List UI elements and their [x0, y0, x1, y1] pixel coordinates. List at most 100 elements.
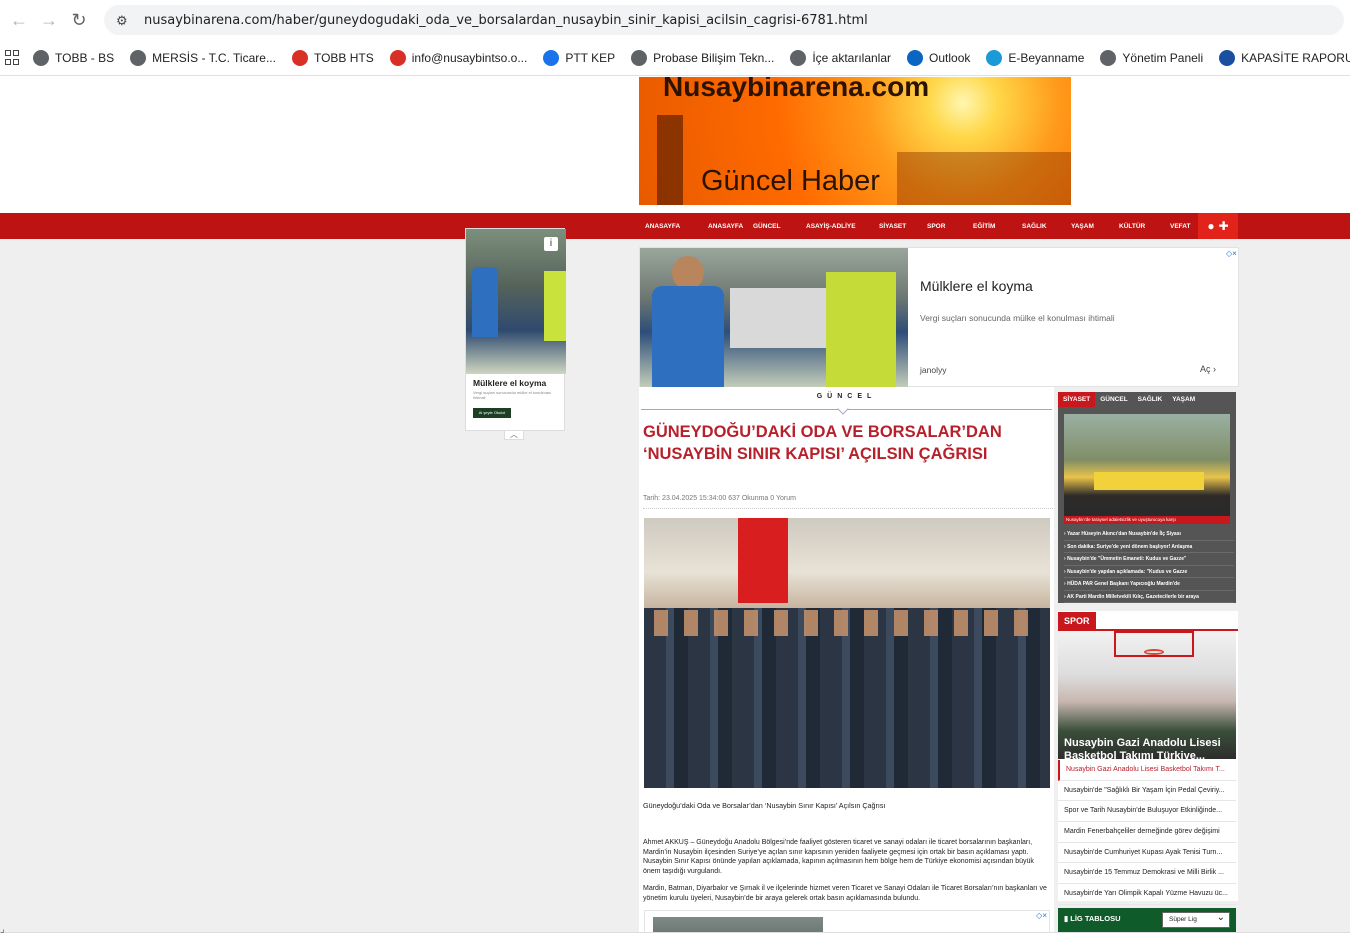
left-ad[interactable]: i Mülklere el koyma Vergi suçları sonucu… [465, 228, 566, 431]
left-ad-title[interactable]: Mülklere el koyma [473, 378, 564, 388]
article-paragraph-2: Mardin, Batman, Diyarbakır ve Şırnak il … [643, 885, 1047, 902]
building-silhouette [897, 152, 1071, 205]
menu-item-10[interactable]: VEFAT [1164, 223, 1190, 230]
apps-icon[interactable] [5, 49, 19, 66]
bookmark-4[interactable]: PTT KEP [543, 49, 615, 66]
bookmark-label[interactable]: PTT KEP [565, 51, 615, 65]
spor-featured-title[interactable]: Nusaybin Gazi Anadolu Lisesi Basketbol T… [1064, 737, 1224, 759]
list-item[interactable]: AK Parti Mardin Milletvekili Kılıç, Gaze… [1064, 591, 1234, 603]
menu-item-7[interactable]: SAĞLIK [1016, 223, 1065, 230]
list-item[interactable]: Spor ve Tarih Nusaybin'de Buluşuyor Etki… [1058, 801, 1236, 823]
article-meta: Tarih: 23.04.2025 15:34:00 637 Okunma 0 … [643, 495, 1053, 509]
tab-news-list: Yazar Hüseyin Akıncı'dan Nusaybin'de İlç… [1064, 528, 1234, 603]
minaret-silhouette [657, 115, 683, 205]
bookmark-label[interactable]: TOBB - BS [55, 51, 114, 65]
tab-featured-caption[interactable]: Nusaybin'de taraysel adaletsizlik ve uyu… [1064, 516, 1230, 524]
top-ad-title[interactable]: Mülklere el koyma [920, 278, 1033, 294]
url-text[interactable]: nusaybinarena.com/haber/guneydogudaki_od… [144, 13, 868, 28]
bookmark-10[interactable]: KAPASİTE RAPORU... [1219, 49, 1350, 66]
site-banner[interactable]: Nusaybinarena.com Güncel Haber [639, 77, 1071, 205]
league-table-title: ▮ LİG TABLOSU [1064, 914, 1121, 923]
add-user-icon[interactable]: ✚ [1219, 219, 1229, 233]
user-icon[interactable]: ● [1207, 219, 1214, 233]
bookmark-6[interactable]: İçe aktarılanlar [790, 49, 891, 66]
ad-image[interactable]: i [466, 229, 566, 374]
list-item[interactable]: Nusaybin'de Yarı Olimpik Kapalı Yüzme Ha… [1058, 884, 1236, 905]
bookmark-label[interactable]: KAPASİTE RAPORU... [1241, 51, 1350, 65]
collapse-icon[interactable]: ︿ [504, 430, 524, 440]
top-ad-image[interactable] [640, 248, 908, 388]
bookmark-0[interactable]: TOBB - BS [33, 49, 114, 66]
bookmark-label[interactable]: İçe aktarılanlar [812, 51, 891, 65]
menu-item-8[interactable]: YAŞAM [1065, 223, 1113, 230]
site-info-icon[interactable]: ⚙ [116, 13, 132, 28]
menu-item-1[interactable]: ANASAYFA [702, 223, 747, 230]
menu-item-5[interactable]: SPOR [921, 223, 967, 230]
bookmark-label[interactable]: TOBB HTS [314, 51, 374, 65]
bookmark-5[interactable]: Probase Bilişim Tekn... [631, 49, 774, 66]
resize-icon[interactable]: ⌟ [0, 924, 14, 938]
bookmark-8[interactable]: E-Beyanname [986, 49, 1084, 66]
top-ad-open[interactable]: Aç › [1200, 364, 1216, 374]
spor-featured-image[interactable]: Nusaybin Gazi Anadolu Lisesi Basketbol T… [1058, 631, 1236, 759]
league-table-box: ▮ LİG TABLOSU Süper Lig [1058, 908, 1236, 932]
bookmark-2[interactable]: TOBB HTS [291, 49, 374, 66]
article-category[interactable]: GÜNCEL [639, 393, 1054, 400]
top-ad[interactable]: Mülklere el koyma Vergi suçları sonucund… [639, 247, 1239, 388]
list-item[interactable]: Mardin Fenerbahçeliler derneğinde görev … [1058, 822, 1236, 843]
bookmark-label[interactable]: Outlook [929, 51, 970, 65]
bookmark-label[interactable]: MERSİS - T.C. Ticare... [152, 51, 276, 65]
tab-0[interactable]: SİYASET [1058, 392, 1096, 407]
list-item[interactable]: Nusaybin'de Cumhuriyet Kupası Ayak Tenis… [1058, 843, 1236, 864]
tab-3[interactable]: YAŞAM [1167, 392, 1200, 407]
banner-subtitle: Güncel Haber [701, 165, 880, 197]
faces [654, 610, 1044, 636]
ad-person [472, 267, 498, 337]
folder-icon [790, 49, 807, 66]
ad-info-icon[interactable]: i [544, 237, 558, 251]
bookmark-label[interactable]: Yönetim Paneli [1122, 51, 1203, 65]
address-bar[interactable]: ⚙ nusaybinarena.com/haber/guneydogudaki_… [104, 5, 1344, 35]
tab-featured-image[interactable] [1064, 414, 1230, 516]
menu-item-3[interactable]: ASAYİŞ-ADLİYE [800, 223, 873, 230]
list-item[interactable]: HÜDA PAR Genel Başkanı Yapıcıoğlu Mardin… [1064, 578, 1234, 591]
list-item[interactable]: Yazar Hüseyin Akıncı'dan Nusaybin'de İlç… [1064, 528, 1234, 541]
top-ad-open-label[interactable]: Aç [1200, 364, 1211, 374]
ad-car-trunk [730, 288, 830, 348]
bookmark-label[interactable]: info@nusaybintso.o... [412, 51, 528, 65]
league-select[interactable]: Süper Lig [1162, 911, 1230, 928]
list-item[interactable]: Nusaybin'de "Sağlıklı Bir Yaşam İçin Ped… [1058, 781, 1236, 802]
bookmark-3[interactable]: info@nusaybintso.o... [389, 49, 528, 66]
list-item[interactable]: Nusaybin Gazi Anadolu Lisesi Basketbol T… [1058, 760, 1236, 781]
menu-item-4[interactable]: SİYASET [873, 223, 921, 230]
bookmark-label[interactable]: E-Beyanname [1008, 51, 1084, 65]
banner-title: Nusaybinarena.com [663, 77, 930, 102]
list-item[interactable]: Nusaybin'de 15 Temmuz Demokrasi ve Milli… [1058, 863, 1236, 885]
list-item[interactable]: Nusaybin'de "Ümmetin Emaneti: Kudus ve G… [1064, 553, 1234, 566]
bookmark-9[interactable]: Yönetim Paneli [1100, 49, 1203, 66]
article-photo [644, 518, 1050, 788]
globe-icon [130, 49, 147, 66]
back-icon[interactable]: ← [8, 9, 30, 31]
article: GÜNCEL GÜNEYDOĞU’DAKİ ODA VE BORSALAR’DA… [639, 387, 1054, 941]
tab-1[interactable]: GÜNCEL [1095, 392, 1132, 407]
bookmark-1[interactable]: MERSİS - T.C. Ticare... [130, 49, 276, 66]
menu-item-0[interactable]: ANASAYFA [639, 223, 702, 230]
list-item[interactable]: Son dakika: Suriye'de yeni dönem başlıyo… [1064, 541, 1234, 553]
adchoices-icon[interactable]: ◇× [1036, 911, 1047, 920]
forward-icon[interactable]: → [38, 9, 60, 31]
user-menu[interactable]: ● ✚ [1198, 213, 1238, 239]
menu-item-9[interactable]: KÜLTÜR [1113, 223, 1164, 230]
tab-2[interactable]: SAĞLIK [1133, 392, 1168, 407]
menu-item-2[interactable]: GÜNCEL [747, 223, 800, 230]
left-ad-button[interactable]: Al şeyle Okulol [473, 408, 511, 418]
adchoices-icon[interactable]: ◇× [1226, 249, 1237, 258]
bookmark-7[interactable]: Outlook [907, 49, 970, 66]
menu-item-6[interactable]: EĞİTİM [967, 223, 1016, 230]
bookmark-label[interactable]: Probase Bilişim Tekn... [653, 51, 774, 65]
list-item[interactable]: Nusaybin'de yapılan açıklamada: "Kudus v… [1064, 566, 1234, 578]
globe-icon [631, 49, 648, 66]
reload-icon[interactable]: ↻ [68, 9, 90, 31]
main-menu: ANASAYFA ANASAYFA GÜNCEL ASAYİŞ-ADLİYE SİYAS… [639, 213, 1190, 239]
spor-header-label[interactable]: SPOR [1058, 612, 1096, 632]
